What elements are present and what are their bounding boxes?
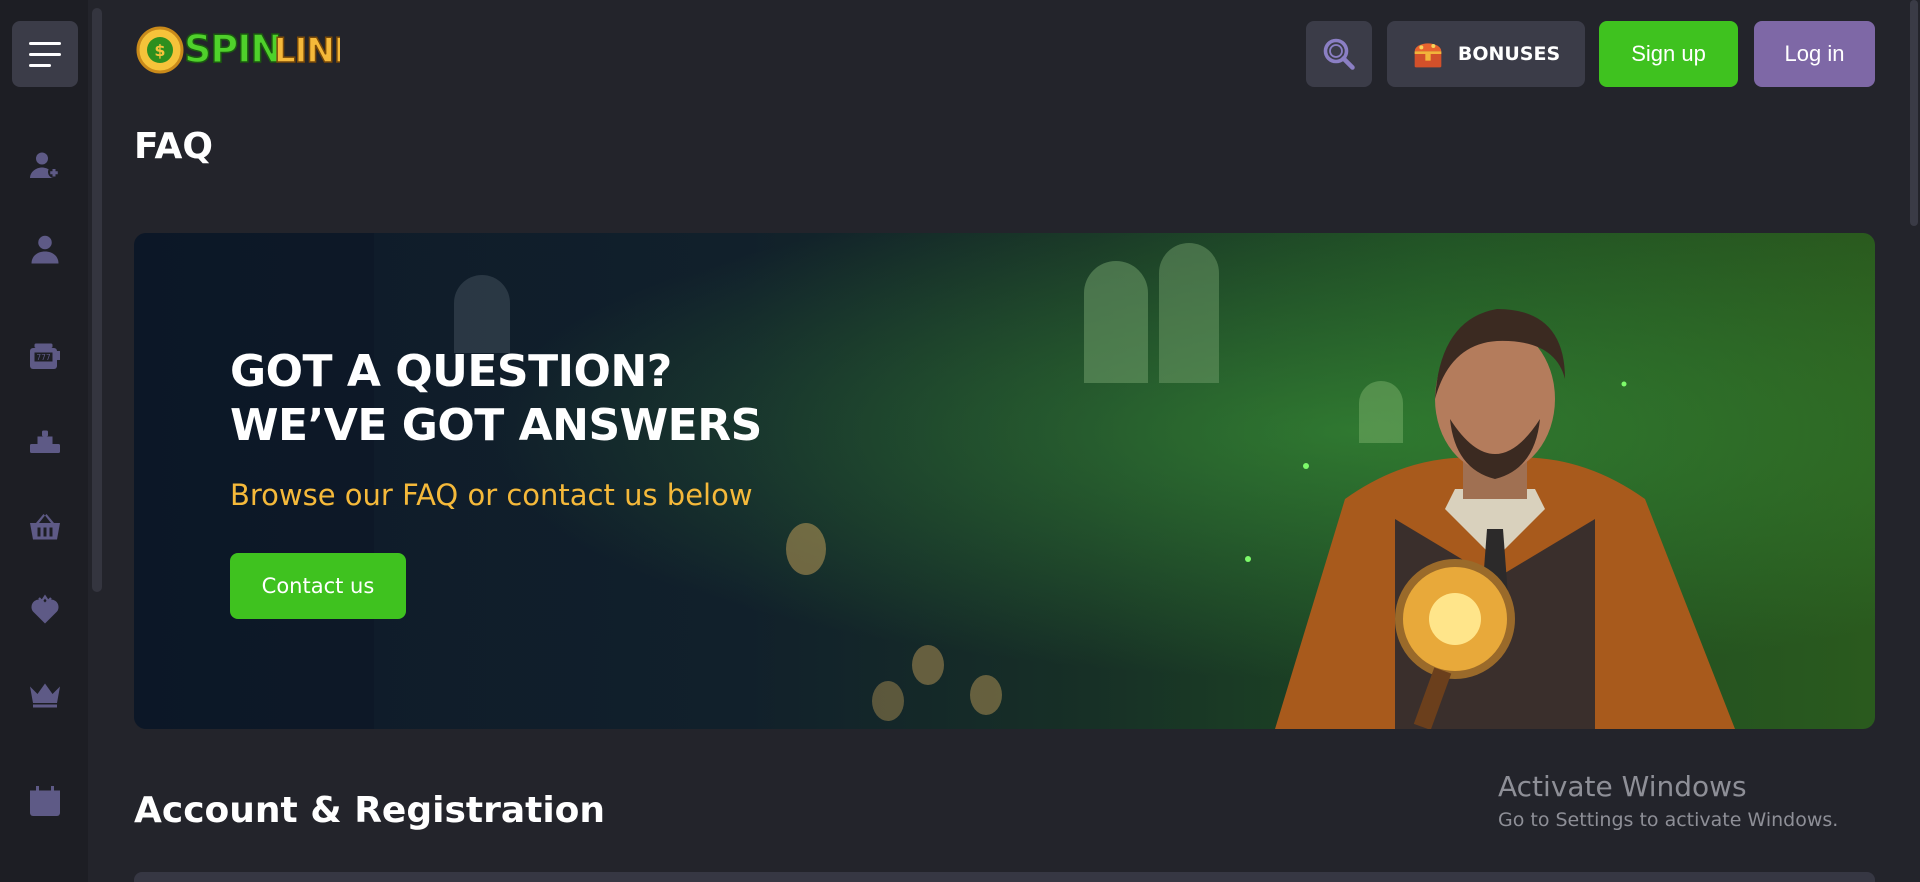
scrollbar-thumb[interactable] xyxy=(1910,0,1918,226)
section-title-account-registration: Account & Registration xyxy=(134,790,606,831)
live-casino-icon[interactable] xyxy=(24,420,66,462)
menu-toggle-button[interactable] xyxy=(12,21,78,87)
faq-accordion-item[interactable] xyxy=(134,872,1875,882)
page-title: FAQ xyxy=(134,126,213,167)
app: 777 $ SPIN LINE xyxy=(0,0,1920,882)
faq-hero-banner: GOT A QUESTION? WE’VE GOT ANSWERS Browse… xyxy=(134,233,1875,729)
crown-icon[interactable] xyxy=(24,673,66,715)
hero-headline-line1: GOT A QUESTION? xyxy=(230,346,672,397)
sign-up-button[interactable]: Sign up xyxy=(1599,21,1738,87)
svg-text:$: $ xyxy=(154,41,165,60)
detective-illustration xyxy=(1275,309,1735,729)
svg-text:LINE: LINE xyxy=(274,31,340,71)
page-scrollbar[interactable] xyxy=(1908,0,1920,882)
basket-icon[interactable] xyxy=(24,505,66,547)
hamburger-icon xyxy=(29,41,61,45)
contact-us-button[interactable]: Contact us xyxy=(230,553,406,619)
log-in-button[interactable]: Log in xyxy=(1754,21,1875,87)
svg-text:777: 777 xyxy=(36,353,51,362)
calendar-icon[interactable] xyxy=(24,780,66,822)
hero-subtitle: Browse our FAQ or contact us below xyxy=(230,478,753,512)
bonuses-button[interactable]: BONUSES xyxy=(1387,21,1585,87)
user-plus-icon[interactable] xyxy=(24,145,66,187)
svg-text:SPIN: SPIN xyxy=(184,27,281,71)
bonuses-label: BONUSES xyxy=(1457,43,1561,65)
search-button[interactable] xyxy=(1306,21,1372,87)
search-icon xyxy=(1323,38,1355,70)
sidebar: 777 xyxy=(0,0,88,882)
hero-headline: GOT A QUESTION? WE’VE GOT ANSWERS xyxy=(230,345,762,453)
watermark-subtitle: Go to Settings to activate Windows. xyxy=(1498,809,1839,831)
windows-activation-watermark: Activate Windows Go to Settings to activ… xyxy=(1498,770,1838,831)
user-icon[interactable] xyxy=(24,229,66,271)
slot-machine-icon[interactable]: 777 xyxy=(24,336,66,378)
hero-headline-line2: WE’VE GOT ANSWERS xyxy=(230,400,762,451)
heart-icon[interactable] xyxy=(24,589,66,631)
spinline-logo[interactable]: $ SPIN LINE xyxy=(134,14,358,78)
sidebar-scrollbar[interactable] xyxy=(92,8,102,592)
watermark-title: Activate Windows xyxy=(1498,770,1747,803)
treasure-chest-icon xyxy=(1414,43,1442,68)
